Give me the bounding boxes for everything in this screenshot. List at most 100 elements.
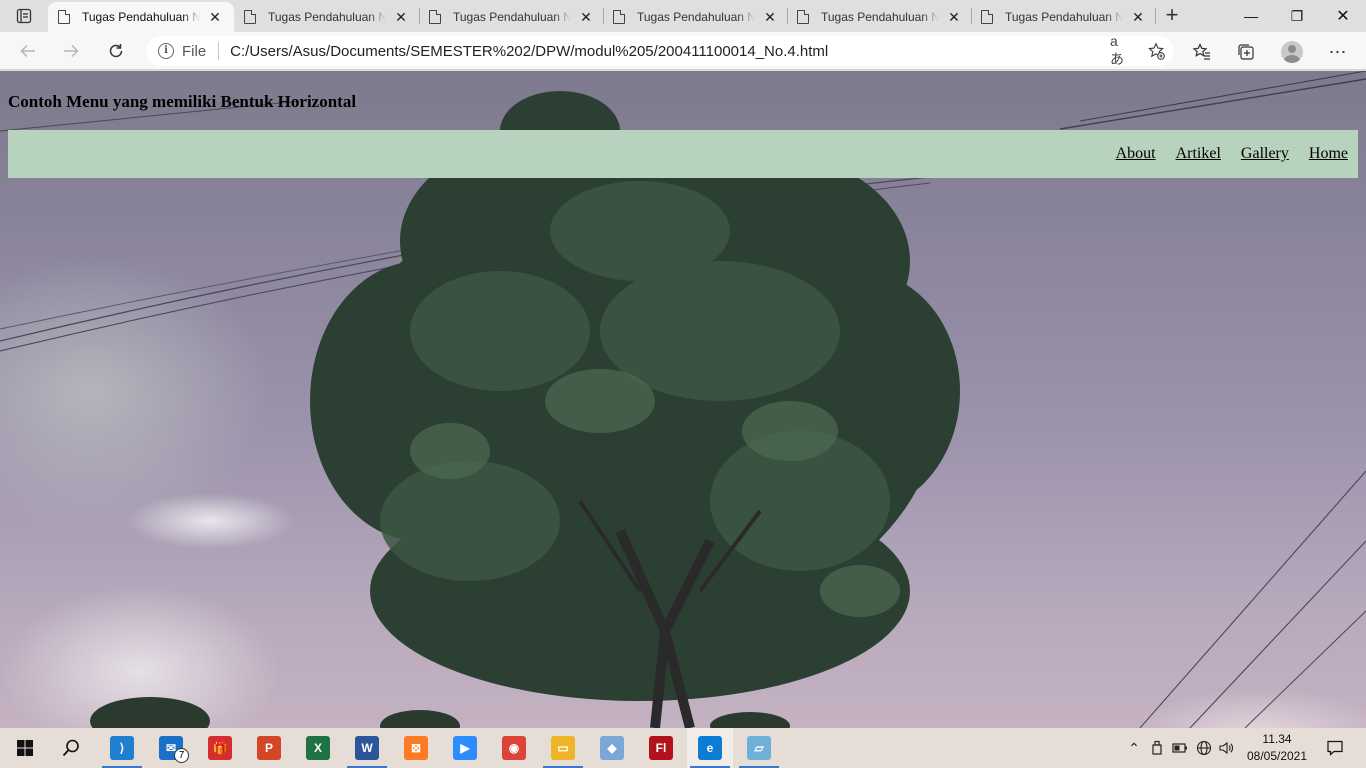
tab-title: Tugas Pendahuluan No <box>268 10 386 24</box>
battery-icon[interactable] <box>1172 742 1188 754</box>
browser-tab-3[interactable]: Tugas Pendahuluan No ✕ <box>419 2 603 32</box>
xampp-icon: ⊠ <box>404 736 428 760</box>
document-icon <box>244 10 256 24</box>
gift-icon: 🎁 <box>208 736 232 760</box>
horizontal-menu: Home Gallery Artikel About <box>8 130 1358 178</box>
tab-title: Tugas Pendahuluan No <box>1005 10 1123 24</box>
tab-actions-button[interactable] <box>8 6 40 26</box>
document-icon <box>613 10 625 24</box>
taskbar-app-gift[interactable]: 🎁 <box>197 728 243 768</box>
notification-icon <box>1327 740 1343 756</box>
windows-logo-icon <box>17 740 33 756</box>
system-tray: ⌃ <box>1126 728 1234 768</box>
avatar <box>1281 41 1303 63</box>
page-heading: Contoh Menu yang memiliki Bentuk Horizon… <box>8 92 357 111</box>
tab-close-button[interactable]: ✕ <box>579 9 593 26</box>
menu-link-about[interactable]: About <box>1116 145 1156 162</box>
excel-icon: X <box>306 736 330 760</box>
powerpoint-icon: P <box>257 736 281 760</box>
refresh-button[interactable] <box>103 38 129 64</box>
browser-toolbar: i File C:/Users/Asus/Documents/SEMESTER%… <box>0 32 1366 70</box>
tab-close-button[interactable]: ✕ <box>947 9 961 26</box>
taskbar-app-flash[interactable]: Fl <box>638 728 684 768</box>
tab-strip: Tugas Pendahuluan No ✕ Tugas Pendahuluan… <box>0 0 1366 32</box>
document-icon <box>797 10 809 24</box>
arrow-right-icon <box>64 44 79 58</box>
tab-close-button[interactable]: ✕ <box>763 9 777 26</box>
word-icon: W <box>355 736 379 760</box>
flash-icon: Fl <box>649 736 673 760</box>
start-button[interactable] <box>2 728 48 768</box>
taskbar-app-vscode[interactable]: ⟩ <box>99 728 145 768</box>
arrow-left-icon <box>20 44 35 58</box>
profile-button[interactable] <box>1281 41 1303 63</box>
tab-close-button[interactable]: ✕ <box>394 9 408 26</box>
menu-item: Artikel <box>1176 145 1221 163</box>
menu-item: About <box>1116 145 1156 163</box>
browser-tab-1[interactable]: Tugas Pendahuluan No ✕ <box>48 2 234 32</box>
taskbar-app-xampp[interactable]: ⊠ <box>393 728 439 768</box>
maximize-button[interactable]: ❐ <box>1274 0 1320 32</box>
collections-icon[interactable] <box>1235 41 1257 63</box>
add-favorite-icon[interactable] <box>1146 41 1166 61</box>
read-aloud-icon[interactable]: aあ <box>1110 33 1130 67</box>
globe-network-icon[interactable] <box>1196 740 1212 756</box>
clock-date: 08/05/2021 <box>1246 749 1308 763</box>
taskbar-app-edge[interactable]: e <box>687 728 733 768</box>
notepad-icon: ▱ <box>747 736 771 760</box>
scheme-label: File <box>182 42 207 60</box>
menu-link-artikel[interactable]: Artikel <box>1176 145 1221 162</box>
usb-device-icon[interactable] <box>1150 740 1164 756</box>
browser-tab-4[interactable]: Tugas Pendahuluan No ✕ <box>603 2 787 32</box>
paint-icon: ◆ <box>600 736 624 760</box>
document-icon <box>981 10 993 24</box>
tab-actions-icon <box>16 8 32 24</box>
new-tab-button[interactable]: + <box>1160 4 1184 28</box>
browser-tab-5[interactable]: Tugas Pendahuluan No ✕ <box>787 2 971 32</box>
chrome-icon: ◉ <box>502 736 526 760</box>
taskbar-app-notepad[interactable]: ▱ <box>736 728 782 768</box>
taskbar-app-powerpoint[interactable]: P <box>246 728 292 768</box>
vscode-icon: ⟩ <box>110 736 134 760</box>
menu-item: Gallery <box>1241 145 1289 163</box>
taskbar-app-excel[interactable]: X <box>295 728 341 768</box>
url-text[interactable]: C:/Users/Asus/Documents/SEMESTER%202/DPW… <box>230 43 828 60</box>
forward-button[interactable] <box>58 38 84 64</box>
taskbar-app-paint[interactable]: ◆ <box>589 728 635 768</box>
notification-center-button[interactable] <box>1312 728 1358 768</box>
more-menu-icon[interactable]: ⋯ <box>1327 41 1349 63</box>
document-icon <box>58 10 70 24</box>
taskbar-app-chrome[interactable]: ◉ <box>491 728 537 768</box>
address-bar[interactable]: i File C:/Users/Asus/Documents/SEMESTER%… <box>146 33 1174 67</box>
tab-title: Tugas Pendahuluan No <box>637 10 755 24</box>
taskbar-app-zoom[interactable]: ▶ <box>442 728 488 768</box>
favorites-icon[interactable] <box>1191 41 1213 63</box>
document-icon <box>429 10 441 24</box>
browser-tab-2[interactable]: Tugas Pendahuluan No ✕ <box>234 2 418 32</box>
taskbar-app-mail[interactable]: ✉ 7 <box>148 728 194 768</box>
minimize-button[interactable]: — <box>1228 0 1274 32</box>
tab-title: Tugas Pendahuluan No <box>82 10 200 24</box>
tab-close-button[interactable]: ✕ <box>1131 9 1145 26</box>
back-button[interactable] <box>15 38 41 64</box>
volume-icon[interactable] <box>1218 740 1234 756</box>
edge-icon: e <box>698 736 722 760</box>
taskbar: ⟩ ✉ 7 🎁 P X W ⊠ ▶ ◉ ▭ ◆ Fl e ▱ ⌃ 11.34 08/05/2021 <box>0 728 1366 768</box>
address-separator <box>218 42 220 60</box>
taskbar-clock[interactable]: 11.34 08/05/2021 <box>1244 731 1310 765</box>
info-icon[interactable]: i <box>158 43 174 59</box>
browser-tab-6[interactable]: Tugas Pendahuluan No ✕ <box>971 2 1155 32</box>
close-window-button[interactable]: ✕ <box>1320 0 1366 32</box>
taskbar-app-file-explorer[interactable]: ▭ <box>540 728 586 768</box>
search-icon <box>62 739 79 757</box>
tab-separator <box>1155 8 1156 24</box>
menu-link-gallery[interactable]: Gallery <box>1241 145 1289 162</box>
taskbar-app-word[interactable]: W <box>344 728 390 768</box>
refresh-icon <box>109 44 123 58</box>
tab-title: Tugas Pendahuluan No <box>821 10 939 24</box>
search-button[interactable] <box>48 728 94 768</box>
folder-icon: ▭ <box>551 736 575 760</box>
tab-close-button[interactable]: ✕ <box>208 9 222 26</box>
menu-link-home[interactable]: Home <box>1309 145 1348 162</box>
chevron-up-icon[interactable]: ⌃ <box>1126 740 1142 757</box>
